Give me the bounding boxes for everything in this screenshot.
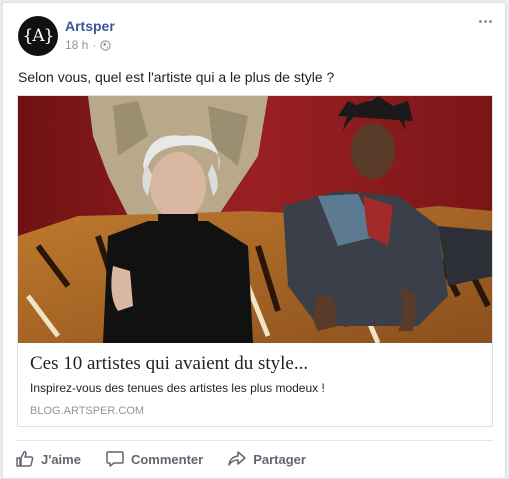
- comment-label: Commenter: [130, 451, 204, 467]
- globe-icon: [100, 39, 111, 51]
- post-timestamp[interactable]: 18 h: [65, 38, 88, 52]
- share-label: Partager: [253, 451, 306, 467]
- link-preview-image[interactable]: [18, 96, 493, 343]
- share-arrow-icon: [228, 451, 246, 466]
- avatar-logo-text: {A}: [22, 26, 55, 46]
- like-button[interactable]: J'aime: [15, 449, 81, 469]
- page-name-link[interactable]: Artsper: [65, 18, 115, 34]
- link-info[interactable]: Ces 10 artistes qui avaient du style... …: [18, 343, 492, 426]
- action-divider: [15, 440, 493, 441]
- post-actions: J'aime Commenter Partager: [15, 449, 330, 469]
- more-options-icon[interactable]: [475, 13, 495, 29]
- comment-button[interactable]: Commenter: [105, 449, 203, 469]
- link-domain: BLOG.ARTSPER.COM: [30, 405, 145, 417]
- page-avatar[interactable]: {A}: [18, 16, 58, 56]
- meta-separator: ·: [92, 38, 97, 52]
- share-button[interactable]: Partager: [227, 449, 306, 469]
- post-card: {A} Artsper 18 h · Selon vous, quel est …: [2, 2, 506, 479]
- comment-bubble-icon: [106, 451, 124, 467]
- thumbs-up-icon: [16, 451, 34, 467]
- link-description: Inspirez-vous des tenues des artistes le…: [30, 381, 325, 395]
- like-label: J'aime: [41, 451, 81, 467]
- post-meta: 18 h ·: [65, 38, 111, 52]
- post-text: Selon vous, quel est l'artiste qui a le …: [18, 69, 335, 85]
- link-title[interactable]: Ces 10 artistes qui avaient du style...: [30, 353, 308, 375]
- link-attachment[interactable]: Ces 10 artistes qui avaient du style... …: [17, 95, 493, 427]
